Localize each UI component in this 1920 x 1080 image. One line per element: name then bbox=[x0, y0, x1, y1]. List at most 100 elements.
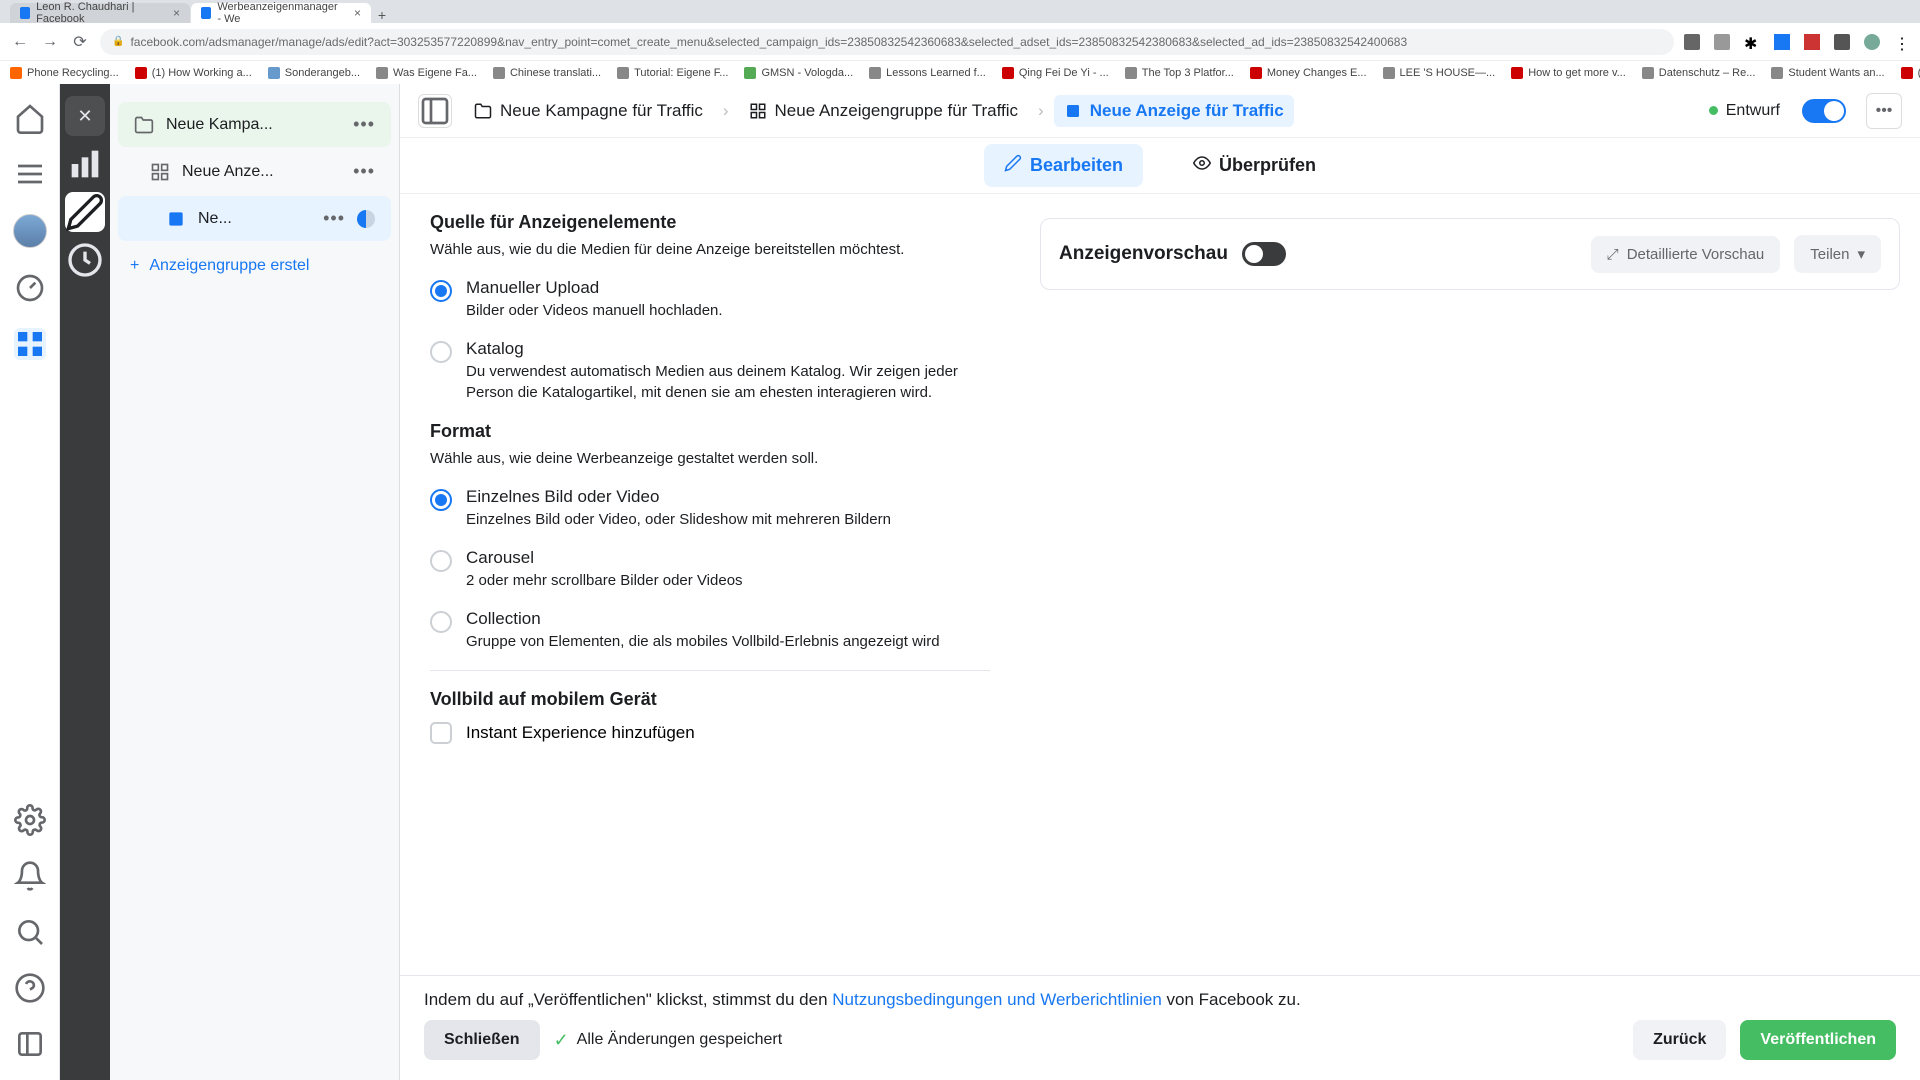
back-button[interactable]: Zurück bbox=[1633, 1020, 1726, 1060]
bookmark[interactable]: (2) How To Add A... bbox=[1901, 67, 1920, 79]
collapse-icon[interactable] bbox=[14, 1028, 46, 1060]
more-icon[interactable]: ••• bbox=[353, 161, 375, 182]
option-desc: Einzelnes Bild oder Video, oder Slidesho… bbox=[466, 509, 990, 530]
more-icon[interactable]: ••• bbox=[323, 208, 345, 229]
avatar[interactable] bbox=[13, 214, 47, 248]
fb-ext-icon[interactable] bbox=[1774, 34, 1790, 50]
bookmark[interactable]: How to get more v... bbox=[1511, 67, 1626, 79]
crumb-ad[interactable]: Neue Anzeige für Traffic bbox=[1054, 95, 1294, 127]
tab-edit[interactable]: Bearbeiten bbox=[984, 144, 1143, 187]
detailed-preview-button[interactable]: ⤢ Detaillierte Vorschau bbox=[1591, 236, 1781, 273]
checkbox-icon bbox=[430, 722, 452, 744]
bookmark[interactable]: LEE 'S HOUSE—... bbox=[1383, 67, 1496, 79]
gauge-icon[interactable] bbox=[14, 272, 46, 304]
new-tab-button[interactable]: + bbox=[372, 7, 392, 23]
save-text: Alle Änderungen gespeichert bbox=[577, 1031, 782, 1049]
breadcrumb: Neue Kampagne für Traffic › Neue Anzeige… bbox=[464, 95, 1697, 127]
legal-link[interactable]: Nutzungsbedingungen und Werberichtlinien bbox=[832, 990, 1162, 1009]
radio-icon bbox=[430, 489, 452, 511]
bookmark[interactable]: Was Eigene Fa... bbox=[376, 67, 477, 79]
reload-icon[interactable]: ⟳ bbox=[70, 32, 90, 52]
clock-icon[interactable] bbox=[65, 240, 105, 280]
tab-label: Bearbeiten bbox=[1030, 155, 1123, 176]
chart-icon[interactable] bbox=[65, 144, 105, 184]
gear-icon[interactable] bbox=[14, 804, 46, 836]
bookmark[interactable]: Qing Fei De Yi - ... bbox=[1002, 67, 1109, 79]
crumb-label: Neue Kampagne für Traffic bbox=[500, 101, 703, 121]
close-button[interactable]: ✕ bbox=[65, 96, 105, 136]
forward-icon[interactable]: → bbox=[40, 33, 60, 51]
radio-manual-upload[interactable]: Manueller Upload Bilder oder Videos manu… bbox=[430, 278, 990, 321]
search-icon[interactable] bbox=[14, 916, 46, 948]
radio-single[interactable]: Einzelnes Bild oder Video Einzelnes Bild… bbox=[430, 487, 990, 530]
star-icon[interactable] bbox=[1714, 34, 1730, 50]
tab-review[interactable]: Überprüfen bbox=[1173, 144, 1336, 187]
radio-carousel[interactable]: Carousel 2 oder mehr scrollbare Bilder o… bbox=[430, 548, 990, 591]
ext-icon[interactable] bbox=[1684, 34, 1700, 50]
add-adset-button[interactable]: + Anzeigengruppe erstel bbox=[110, 243, 399, 289]
legal-text: Indem du auf „Veröffentlichen" klickst, … bbox=[424, 990, 1896, 1010]
option-desc: Gruppe von Elementen, die als mobiles Vo… bbox=[466, 631, 990, 652]
tree-ad[interactable]: Ne... ••• bbox=[118, 196, 391, 241]
panel-toggle-icon[interactable] bbox=[418, 94, 452, 128]
adset-icon bbox=[749, 102, 767, 120]
bookmark[interactable]: Datenschutz – Re... bbox=[1642, 67, 1756, 79]
more-icon[interactable]: ••• bbox=[353, 114, 375, 135]
bookmark[interactable]: Tutorial: Eigene F... bbox=[617, 67, 728, 79]
radio-catalog[interactable]: Katalog Du verwendest automatisch Medien… bbox=[430, 339, 990, 403]
share-button[interactable]: Teilen ▾ bbox=[1794, 235, 1881, 273]
more-menu-button[interactable]: ••• bbox=[1866, 93, 1902, 129]
bookmark[interactable]: Sonderangeb... bbox=[268, 67, 360, 79]
preview-column: Anzeigenvorschau ⤢ Detaillierte Vorschau… bbox=[1020, 194, 1920, 1080]
bell-icon[interactable] bbox=[14, 860, 46, 892]
close-icon[interactable]: × bbox=[354, 6, 361, 20]
crumb-campaign[interactable]: Neue Kampagne für Traffic bbox=[464, 95, 713, 127]
checkbox-instant-experience[interactable]: Instant Experience hinzufügen bbox=[430, 722, 990, 744]
back-icon[interactable]: ← bbox=[10, 33, 30, 51]
close-icon[interactable]: × bbox=[173, 6, 180, 20]
option-desc: Du verwendest automatisch Medien aus dei… bbox=[466, 361, 990, 403]
profile-icon[interactable] bbox=[1864, 34, 1880, 50]
menu-icon[interactable]: ⋮ bbox=[1894, 34, 1910, 50]
add-label: Anzeigengruppe erstel bbox=[149, 257, 309, 275]
menu-icon[interactable] bbox=[14, 158, 46, 190]
ext-icon[interactable] bbox=[1804, 34, 1820, 50]
grid-icon[interactable] bbox=[14, 328, 46, 360]
home-icon[interactable] bbox=[14, 102, 46, 134]
bookmark[interactable]: Chinese translati... bbox=[493, 67, 601, 79]
bookmark[interactable]: Money Changes E... bbox=[1250, 67, 1367, 79]
ext-icon[interactable] bbox=[1834, 34, 1850, 50]
ext-icon[interactable]: ✱ bbox=[1744, 34, 1760, 50]
radio-icon bbox=[430, 611, 452, 633]
publish-button[interactable]: Veröffentlichen bbox=[1740, 1020, 1896, 1060]
edit-icon[interactable] bbox=[65, 192, 105, 232]
content-row: Quelle für Anzeigenelemente Wähle aus, w… bbox=[400, 194, 1920, 1080]
publish-toggle[interactable] bbox=[1802, 99, 1846, 123]
tab-strip: Leon R. Chaudhari | Facebook × Werbeanze… bbox=[0, 0, 1920, 23]
status-text: Entwurf bbox=[1726, 102, 1780, 120]
bookmark[interactable]: (1) How Working a... bbox=[135, 67, 252, 79]
option-title: Manueller Upload bbox=[466, 278, 990, 298]
tool-rail: ✕ bbox=[60, 84, 110, 1080]
bookmark[interactable]: The Top 3 Platfor... bbox=[1125, 67, 1234, 79]
browser-tab[interactable]: Werbeanzeigenmanager - We × bbox=[191, 3, 371, 23]
bookmarks-bar: Phone Recycling... (1) How Working a... … bbox=[0, 60, 1920, 84]
url-bar[interactable]: 🔒 facebook.com/adsmanager/manage/ads/edi… bbox=[100, 29, 1674, 55]
section-heading: Vollbild auf mobilem Gerät bbox=[430, 689, 990, 710]
ad-icon bbox=[1064, 102, 1082, 120]
tree-campaign[interactable]: Neue Kampa... ••• bbox=[118, 102, 391, 147]
preview-header: Anzeigenvorschau ⤢ Detaillierte Vorschau… bbox=[1040, 218, 1900, 290]
bookmark[interactable]: Lessons Learned f... bbox=[869, 67, 986, 79]
bookmark[interactable]: Phone Recycling... bbox=[10, 67, 119, 79]
save-status: ✓ Alle Änderungen gespeichert bbox=[554, 1030, 1620, 1051]
help-icon[interactable] bbox=[14, 972, 46, 1004]
radio-collection[interactable]: Collection Gruppe von Elementen, die als… bbox=[430, 609, 990, 652]
close-button[interactable]: Schließen bbox=[424, 1020, 540, 1060]
preview-toggle[interactable] bbox=[1242, 242, 1286, 266]
bookmark[interactable]: Student Wants an... bbox=[1771, 67, 1884, 79]
browser-tab[interactable]: Leon R. Chaudhari | Facebook × bbox=[10, 3, 190, 23]
crumb-adset[interactable]: Neue Anzeigengruppe für Traffic bbox=[739, 95, 1029, 127]
bookmark[interactable]: GMSN - Vologda... bbox=[744, 67, 853, 79]
nav-bar: ← → ⟳ 🔒 facebook.com/adsmanager/manage/a… bbox=[0, 23, 1920, 60]
tree-adset[interactable]: Neue Anze... ••• bbox=[118, 149, 391, 194]
